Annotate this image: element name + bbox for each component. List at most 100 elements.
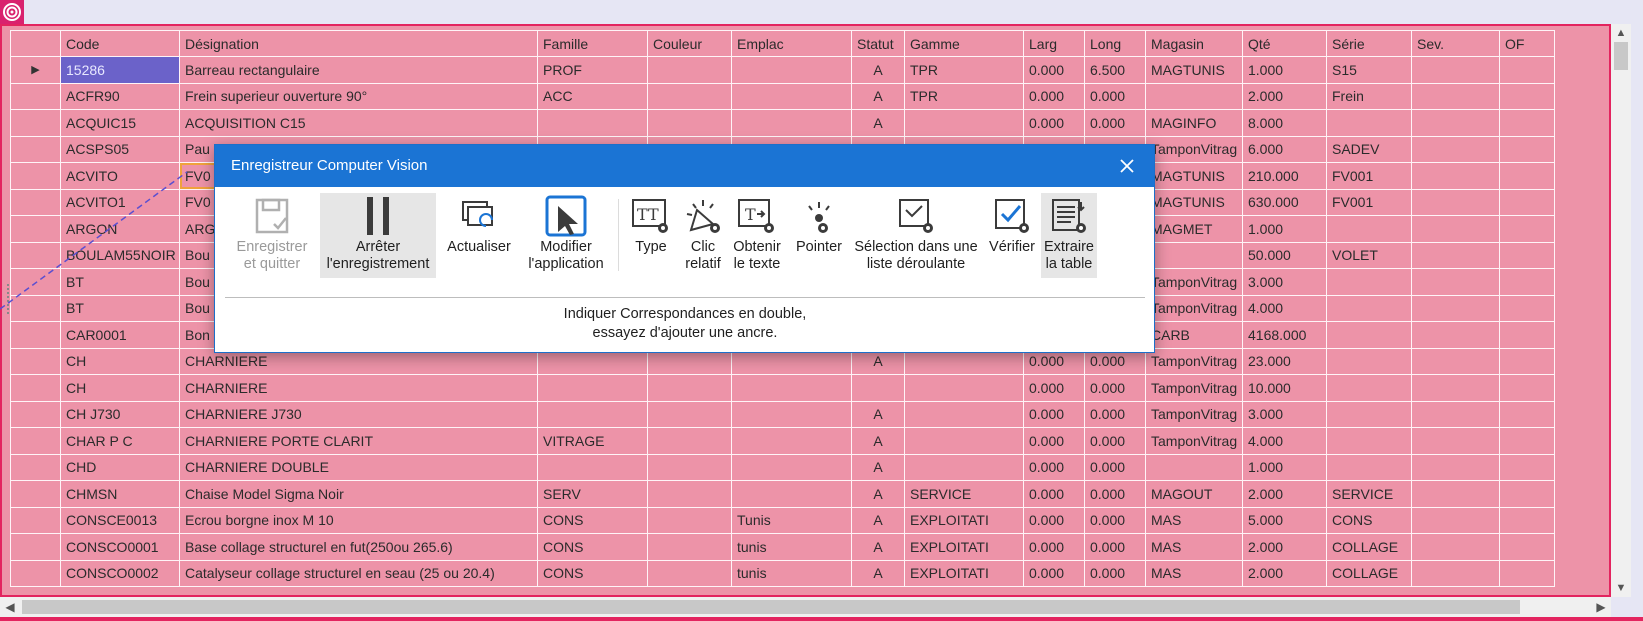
table-cell[interactable] [1411,294,1500,322]
refresh-button[interactable]: Actualiser [440,193,518,278]
table-cell[interactable] [1499,241,1555,269]
row-selector[interactable] [10,559,61,587]
table-cell[interactable]: 0.000 [1023,453,1085,481]
table-cell[interactable] [731,109,852,137]
table-cell[interactable] [1411,427,1500,455]
table-cell[interactable]: 1.000 [1242,453,1327,481]
table-cell[interactable] [1411,321,1500,349]
table-cell[interactable]: 6.500 [1084,56,1146,84]
row-selector[interactable] [10,241,61,269]
table-cell[interactable] [537,374,648,402]
table-cell[interactable] [904,400,1024,428]
table-cell[interactable] [647,400,732,428]
table-cell[interactable] [1326,215,1412,243]
table-cell[interactable]: A [851,480,905,508]
table-cell[interactable]: 6.000 [1242,135,1327,163]
table-cell[interactable]: Barreau rectangulaire [179,56,538,84]
table-cell[interactable] [1411,347,1500,375]
table-cell[interactable]: A [851,56,905,84]
table-cell[interactable] [537,109,648,137]
table-row[interactable]: CONSCE0013 Ecrou borgne inox M 10 CONS Tuni… [10,506,1555,534]
table-cell[interactable]: MAGTUNIS [1145,162,1243,190]
table-cell[interactable]: A [851,506,905,534]
table-cell[interactable]: 210.000 [1242,162,1327,190]
table-cell[interactable]: TamponVitrag [1145,400,1243,428]
table-cell[interactable]: 0.000 [1023,480,1085,508]
table-cell[interactable]: EXPLOITATI [904,506,1024,534]
table-cell[interactable]: CARB [1145,321,1243,349]
row-selector[interactable] [10,533,61,561]
column-header[interactable]: Qté [1242,30,1327,57]
table-cell[interactable]: CONS [537,533,648,561]
table-row[interactable]: CHMSN Chaise Model Sigma Noir SERV A SERVICE… [10,480,1555,508]
table-cell[interactable]: A [851,109,905,137]
horizontal-scroll-thumb[interactable] [22,600,1520,614]
table-cell[interactable]: CH [60,374,180,402]
table-cell[interactable]: Frein [1326,82,1412,110]
table-cell[interactable]: 4.000 [1242,294,1327,322]
table-cell[interactable]: MAS [1145,559,1243,587]
vertical-scroll-thumb[interactable] [1614,42,1628,70]
column-header[interactable]: Couleur [647,30,732,57]
table-cell[interactable]: EXPLOITATI [904,559,1024,587]
table-cell[interactable]: CAR0001 [60,321,180,349]
table-cell[interactable] [1499,506,1555,534]
table-cell[interactable] [1145,241,1243,269]
row-selector[interactable] [10,135,61,163]
table-cell[interactable] [1411,82,1500,110]
table-cell[interactable]: 0.000 [1084,82,1146,110]
table-cell[interactable] [1326,268,1412,296]
table-cell[interactable] [1499,427,1555,455]
table-cell[interactable]: 0.000 [1023,82,1085,110]
table-cell[interactable]: MAGTUNIS [1145,56,1243,84]
horizontal-scrollbar[interactable]: ◀ ▶ [0,597,1611,617]
row-selector[interactable]: ▶ [10,56,61,84]
table-cell[interactable] [1326,347,1412,375]
table-cell[interactable]: MAGOUT [1145,480,1243,508]
table-row[interactable]: ACFR90 Frein superieur ouverture 90° ACC A T… [10,82,1555,110]
table-cell[interactable]: 8.000 [1242,109,1327,137]
table-cell[interactable]: 0.000 [1084,506,1146,534]
table-cell[interactable]: TamponVitrag [1145,135,1243,163]
table-cell[interactable]: 10.000 [1242,374,1327,402]
splitter-grip[interactable] [7,284,12,314]
table-cell[interactable] [1411,135,1500,163]
table-cell[interactable]: CONS [537,559,648,587]
table-cell[interactable]: TamponVitrag [1145,374,1243,402]
table-cell[interactable]: FV001 [1326,162,1412,190]
table-cell[interactable]: 50.000 [1242,241,1327,269]
table-cell[interactable]: CHARNIERE DOUBLE [179,453,538,481]
table-cell[interactable] [1326,374,1412,402]
table-cell[interactable] [904,453,1024,481]
table-cell[interactable]: 0.000 [1084,374,1146,402]
scroll-right-icon[interactable]: ▶ [1591,597,1611,617]
table-cell[interactable] [1499,109,1555,137]
table-cell[interactable] [1326,453,1412,481]
row-selector[interactable] [10,400,61,428]
table-cell[interactable]: 0.000 [1084,559,1146,587]
scroll-down-icon[interactable]: ▼ [1611,579,1631,597]
table-cell[interactable] [1499,533,1555,561]
table-cell[interactable]: 0.000 [1084,453,1146,481]
scroll-up-icon[interactable]: ▲ [1611,24,1631,42]
table-cell[interactable]: Chaise Model Sigma Noir [179,480,538,508]
table-cell[interactable]: 3.000 [1242,268,1327,296]
table-cell[interactable] [1499,82,1555,110]
table-cell[interactable]: SADEV [1326,135,1412,163]
relative-click-button[interactable]: Clic relatif [679,193,727,278]
table-cell[interactable]: 0.000 [1023,427,1085,455]
table-cell[interactable]: 1.000 [1242,56,1327,84]
table-cell[interactable] [731,427,852,455]
table-row[interactable]: CH J730 CHARNIERE J730 A 0.000 0.000 TamponVi… [10,400,1555,428]
table-cell[interactable]: 4168.000 [1242,321,1327,349]
table-cell[interactable] [1411,533,1500,561]
table-cell[interactable]: MAS [1145,506,1243,534]
table-cell[interactable] [1499,215,1555,243]
table-cell[interactable]: tunis [731,533,852,561]
table-cell[interactable]: TPR [904,82,1024,110]
table-cell[interactable]: A [851,427,905,455]
table-cell[interactable] [647,427,732,455]
table-cell[interactable]: 0.000 [1023,559,1085,587]
table-cell[interactable] [1499,480,1555,508]
table-cell[interactable]: CHARNIERE J730 [179,400,538,428]
